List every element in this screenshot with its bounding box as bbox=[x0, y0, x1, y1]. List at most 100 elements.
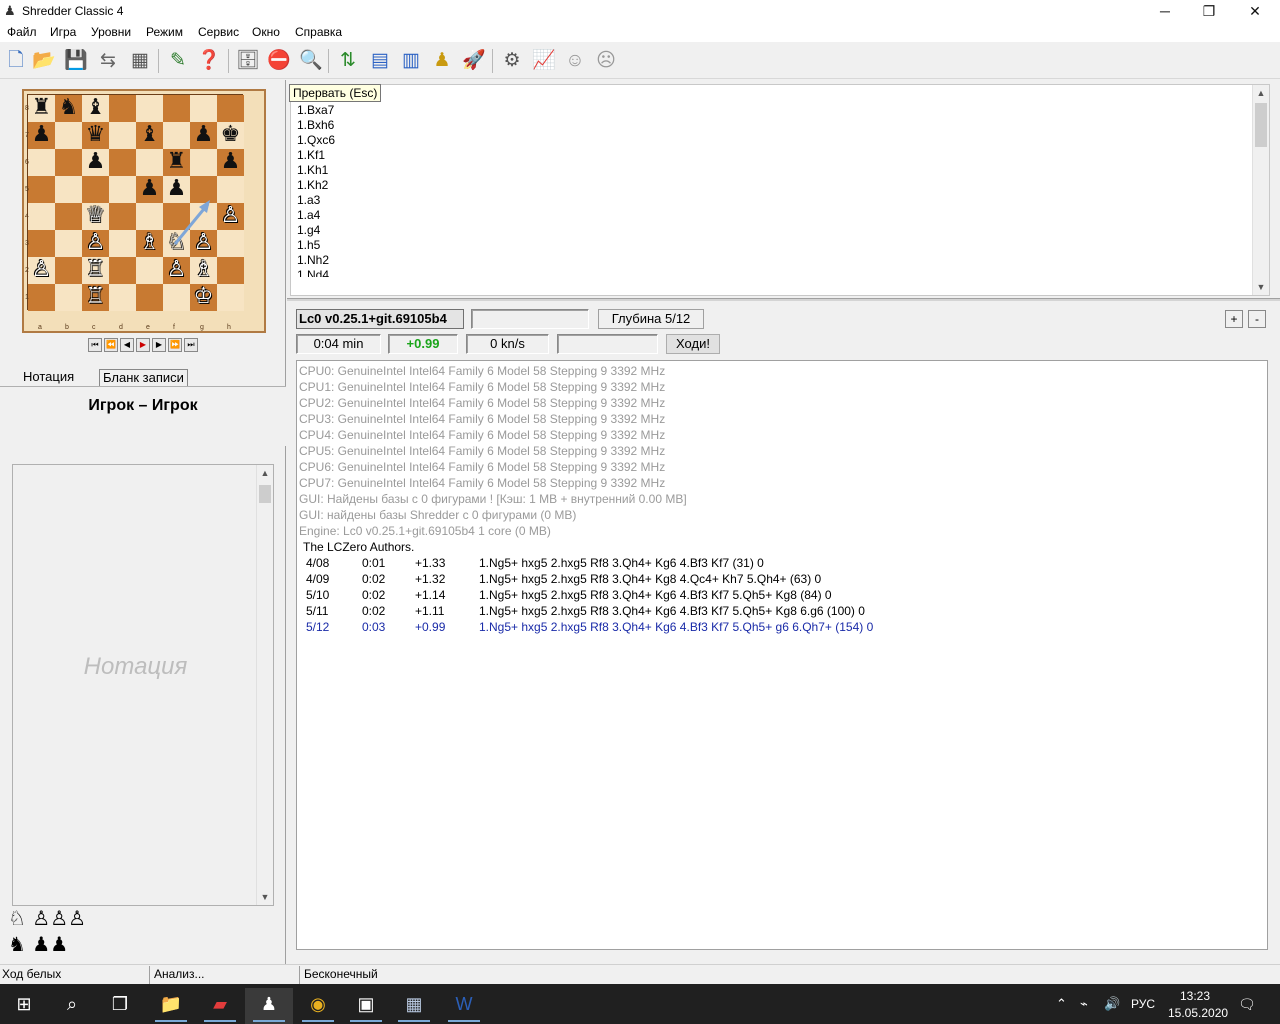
square-a5[interactable] bbox=[28, 176, 55, 203]
square-e1[interactable] bbox=[136, 284, 163, 311]
square-a6[interactable] bbox=[28, 149, 55, 176]
menu-mode[interactable]: Режим bbox=[146, 25, 183, 39]
square-g6[interactable] bbox=[190, 149, 217, 176]
menu-file[interactable]: Файл bbox=[7, 25, 37, 39]
square-f7[interactable] bbox=[163, 122, 190, 149]
file-explorer-icon[interactable]: 📁 bbox=[147, 988, 195, 1024]
square-a4[interactable] bbox=[28, 203, 55, 230]
candidate-move[interactable]: 1.Kh1 bbox=[297, 163, 335, 178]
white-pawn-icon[interactable]: ♙ bbox=[32, 257, 52, 282]
square-g7[interactable]: ♟ bbox=[190, 122, 217, 149]
tab-notation[interactable]: Нотация bbox=[20, 369, 77, 387]
black-queen-icon[interactable]: ♛ bbox=[86, 122, 106, 147]
white-queen-icon[interactable]: ♕ bbox=[86, 203, 106, 228]
black-pawn-icon[interactable]: ♟ bbox=[221, 149, 241, 174]
scroll-thumb[interactable] bbox=[259, 485, 271, 503]
new-game-icon[interactable]: 🗋 bbox=[2, 47, 30, 75]
engine-name[interactable]: Lc0 v0.25.1+git.69105b4 bbox=[296, 309, 464, 329]
white-knight-icon[interactable]: ♘ bbox=[167, 230, 187, 255]
scroll-up-icon[interactable]: ▲ bbox=[1253, 85, 1269, 101]
hint-icon[interactable]: ⇅ bbox=[334, 47, 362, 75]
candidate-move[interactable]: 1.g4 bbox=[297, 223, 335, 238]
white-pawn-icon[interactable]: ♙ bbox=[221, 203, 241, 228]
first-move-button[interactable]: ⏮ bbox=[88, 338, 102, 352]
close-button[interactable]: ✕ bbox=[1232, 0, 1278, 22]
square-d4[interactable] bbox=[109, 203, 136, 230]
clock-time[interactable]: 13:23 bbox=[1180, 988, 1210, 1004]
scroll-down-icon[interactable]: ▼ bbox=[1253, 279, 1269, 295]
network-icon[interactable]: ⌁ bbox=[1080, 984, 1088, 1024]
black-rook-icon[interactable]: ♜ bbox=[167, 149, 187, 174]
square-g3[interactable]: ♙ bbox=[190, 230, 217, 257]
square-e8[interactable] bbox=[136, 95, 163, 122]
help-icon[interactable]: ❓ bbox=[195, 47, 223, 75]
back-button[interactable]: ◀ bbox=[120, 338, 134, 352]
chess-board[interactable]: ♜ ♞ ♝ ♟ ♛ ♝ ♟ ♚ ♟ ♜ ♟ ♟ ♟ ♕ ♙ ♙ ♗ ♘ ♙ ♙ ♖ ♙ ♗ ♖ ♔ bbox=[27, 94, 244, 311]
square-a3[interactable] bbox=[28, 230, 55, 257]
square-e4[interactable] bbox=[136, 203, 163, 230]
square-d6[interactable] bbox=[109, 149, 136, 176]
square-a7[interactable]: ♟ bbox=[28, 122, 55, 149]
forward-fast-button[interactable]: ⏩ bbox=[168, 338, 182, 352]
black-rook-icon[interactable]: ♜ bbox=[32, 95, 52, 120]
square-f3[interactable]: ♘ bbox=[163, 230, 190, 257]
notation-scrollbar[interactable]: ▲ ▼ bbox=[256, 465, 273, 905]
candidate-move[interactable]: 1.a4 bbox=[297, 208, 335, 223]
calculator-icon[interactable]: ▦ bbox=[390, 988, 438, 1024]
happy-face-icon[interactable]: ☺ bbox=[561, 47, 589, 75]
input-language[interactable]: РУС bbox=[1131, 984, 1155, 1024]
white-pawn-icon[interactable]: ♙ bbox=[86, 230, 106, 255]
square-b5[interactable] bbox=[55, 176, 82, 203]
square-b4[interactable] bbox=[55, 203, 82, 230]
play-button[interactable]: ▶ bbox=[136, 338, 150, 352]
stop-icon[interactable]: ⛔ bbox=[265, 47, 293, 75]
square-f8[interactable] bbox=[163, 95, 190, 122]
square-b1[interactable] bbox=[55, 284, 82, 311]
square-e5[interactable]: ♟ bbox=[136, 176, 163, 203]
square-d8[interactable] bbox=[109, 95, 136, 122]
white-pawn-icon[interactable]: ♙ bbox=[167, 257, 187, 282]
square-f6[interactable]: ♜ bbox=[163, 149, 190, 176]
database-icon[interactable]: 🗄 bbox=[234, 47, 262, 75]
enter-move-icon[interactable]: ✎ bbox=[164, 47, 192, 75]
menu-window[interactable]: Окно bbox=[252, 25, 280, 39]
white-bishop-icon[interactable]: ♗ bbox=[194, 257, 214, 282]
square-h8[interactable] bbox=[217, 95, 244, 122]
scroll-thumb[interactable] bbox=[1255, 103, 1267, 147]
square-g5[interactable] bbox=[190, 176, 217, 203]
restore-button[interactable]: ❐ bbox=[1186, 0, 1232, 22]
square-b7[interactable] bbox=[55, 122, 82, 149]
square-h7[interactable]: ♚ bbox=[217, 122, 244, 149]
black-king-icon[interactable]: ♚ bbox=[221, 122, 241, 147]
square-h5[interactable] bbox=[217, 176, 244, 203]
board-setup-icon[interactable]: ▦ bbox=[126, 47, 154, 75]
square-d3[interactable] bbox=[109, 230, 136, 257]
add-engine-button[interactable]: + bbox=[1225, 310, 1243, 328]
square-d2[interactable] bbox=[109, 257, 136, 284]
square-b2[interactable] bbox=[55, 257, 82, 284]
candidate-move[interactable]: 1.Kf1 bbox=[297, 148, 335, 163]
back-fast-button[interactable]: ⏪ bbox=[104, 338, 118, 352]
taskbar-window-icon[interactable]: ▣ bbox=[342, 988, 390, 1024]
search-icon[interactable]: 🔍 bbox=[297, 47, 325, 75]
white-bishop-icon[interactable]: ♗ bbox=[140, 230, 160, 255]
white-king-icon[interactable]: ♔ bbox=[194, 284, 214, 309]
square-c4[interactable]: ♕ bbox=[82, 203, 109, 230]
remove-engine-button[interactable]: - bbox=[1248, 310, 1266, 328]
last-move-button[interactable]: ⏭ bbox=[184, 338, 198, 352]
square-c3[interactable]: ♙ bbox=[82, 230, 109, 257]
square-c1[interactable]: ♖ bbox=[82, 284, 109, 311]
search-icon[interactable]: ⌕ bbox=[48, 988, 96, 1024]
square-d1[interactable] bbox=[109, 284, 136, 311]
candidate-move[interactable]: 1.Qxc6 bbox=[297, 133, 335, 148]
black-bishop-icon[interactable]: ♝ bbox=[86, 95, 106, 120]
black-pawn-icon[interactable]: ♟ bbox=[140, 176, 160, 201]
menu-levels[interactable]: Уровни bbox=[91, 25, 131, 39]
black-bishop-icon[interactable]: ♝ bbox=[140, 122, 160, 147]
square-c6[interactable]: ♟ bbox=[82, 149, 109, 176]
square-e3[interactable]: ♗ bbox=[136, 230, 163, 257]
square-a8[interactable]: ♜ bbox=[28, 95, 55, 122]
square-f1[interactable] bbox=[163, 284, 190, 311]
white-rook-icon[interactable]: ♖ bbox=[86, 284, 106, 309]
square-g4[interactable] bbox=[190, 203, 217, 230]
